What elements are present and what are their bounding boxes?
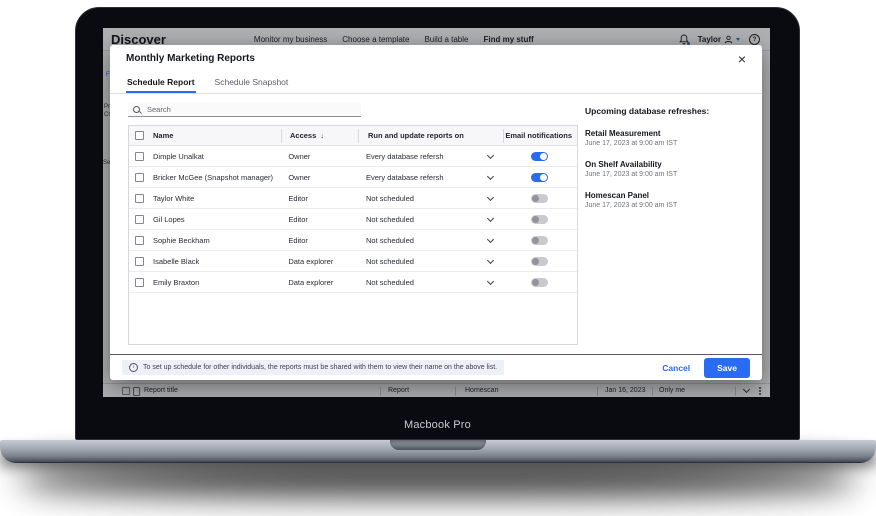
schedule-select-value[interactable]: Every database refersh bbox=[357, 152, 479, 161]
row-name: Taylor White bbox=[153, 194, 194, 203]
chevron-down-icon[interactable] bbox=[479, 239, 501, 242]
chevron-down-icon[interactable] bbox=[479, 281, 501, 284]
screenshot-canvas: Discover Monitor my business Choose a te… bbox=[0, 0, 876, 516]
column-header-access: Access ↓ bbox=[281, 129, 358, 143]
schedule-reports-modal: Monthly Marketing Reports × Schedule Rep… bbox=[110, 45, 762, 380]
schedule-table-section: Name Access ↓ Run and update reports on … bbox=[128, 102, 578, 345]
refresh-item: On Shelf Availability June 17, 2023 at 9… bbox=[585, 160, 760, 178]
row-name: Emily Braxton bbox=[153, 278, 199, 287]
email-notification-toggle[interactable] bbox=[531, 194, 548, 203]
email-notification-toggle[interactable] bbox=[531, 257, 548, 266]
row-checkbox[interactable] bbox=[135, 173, 144, 182]
table-row[interactable]: Isabelle Black Data explorer Not schedul… bbox=[129, 251, 577, 272]
schedule-select-value[interactable]: Every database refersh bbox=[357, 173, 479, 182]
save-button[interactable]: Save bbox=[704, 358, 750, 378]
info-icon: i bbox=[129, 363, 138, 372]
row-access: Editor bbox=[280, 236, 357, 245]
row-access: Owner bbox=[280, 152, 357, 161]
macbook-label: Macbook Pro bbox=[75, 419, 800, 431]
refresh-time: June 17, 2023 at 9:00 am IST bbox=[585, 202, 760, 209]
search-icon bbox=[133, 106, 140, 113]
row-checkbox[interactable] bbox=[135, 236, 144, 245]
chevron-down-icon[interactable] bbox=[479, 155, 501, 158]
schedule-select-value[interactable]: Not scheduled bbox=[357, 278, 479, 287]
row-checkbox[interactable] bbox=[135, 194, 144, 203]
cancel-button[interactable]: Cancel bbox=[662, 363, 690, 373]
chevron-down-icon[interactable] bbox=[479, 176, 501, 179]
refreshes-title: Upcoming database refreshes: bbox=[585, 106, 760, 116]
upcoming-refreshes-panel: Upcoming database refreshes: Retail Meas… bbox=[585, 106, 760, 209]
chevron-down-icon[interactable] bbox=[479, 260, 501, 263]
app-screen: Discover Monitor my business Choose a te… bbox=[103, 28, 770, 397]
members-table: Name Access ↓ Run and update reports on … bbox=[128, 125, 578, 345]
modal-footer: i To set up schedule for other individua… bbox=[110, 354, 762, 380]
info-text: To set up schedule for other individuals… bbox=[143, 364, 497, 371]
chevron-down-icon[interactable] bbox=[479, 197, 501, 200]
close-icon[interactable]: × bbox=[738, 54, 746, 64]
modal-header: Monthly Marketing Reports × bbox=[110, 45, 762, 72]
row-name: Bricker McGee (Snapshot manager) bbox=[153, 173, 273, 182]
row-checkbox[interactable] bbox=[135, 278, 144, 287]
row-access: Editor bbox=[280, 194, 357, 203]
schedule-select-value[interactable]: Not scheduled bbox=[357, 194, 479, 203]
table-row[interactable]: Bricker McGee (Snapshot manager) Owner E… bbox=[129, 167, 577, 188]
tab-schedule-report[interactable]: Schedule Report bbox=[126, 72, 196, 93]
row-checkbox[interactable] bbox=[135, 152, 144, 161]
table-row[interactable]: Gil Lopes Editor Not scheduled bbox=[129, 209, 577, 230]
email-notification-toggle[interactable] bbox=[531, 278, 548, 287]
table-row[interactable]: Dimple Unalkat Owner Every database refe… bbox=[129, 146, 577, 167]
search-input[interactable] bbox=[145, 104, 356, 115]
row-checkbox[interactable] bbox=[135, 257, 144, 266]
column-header-email-label[interactable]: Email notifications bbox=[505, 131, 572, 140]
modal-title: Monthly Marketing Reports bbox=[126, 53, 255, 64]
refresh-name: Homescan Panel bbox=[585, 191, 760, 200]
column-header-name: Name bbox=[129, 129, 281, 143]
info-message: i To set up schedule for other individua… bbox=[122, 360, 504, 375]
search-box[interactable] bbox=[128, 102, 361, 117]
modal-tabs: Schedule Report Schedule Snapshot bbox=[110, 72, 762, 94]
row-name: Gil Lopes bbox=[153, 215, 185, 224]
email-notification-toggle[interactable] bbox=[531, 236, 548, 245]
refresh-time: June 17, 2023 at 9:00 am IST bbox=[585, 140, 760, 147]
schedule-select-value[interactable]: Not scheduled bbox=[357, 257, 479, 266]
row-access: Data explorer bbox=[280, 278, 357, 287]
refresh-item: Homescan Panel June 17, 2023 at 9:00 am … bbox=[585, 191, 760, 209]
sort-descending-icon[interactable]: ↓ bbox=[320, 131, 324, 140]
table-row[interactable]: Taylor White Editor Not scheduled bbox=[129, 188, 577, 209]
column-header-email: Email notifications bbox=[503, 129, 577, 143]
table-header-row: Name Access ↓ Run and update reports on … bbox=[129, 126, 577, 146]
chevron-down-icon[interactable] bbox=[479, 218, 501, 221]
table-row[interactable]: Sophie Beckham Editor Not scheduled bbox=[129, 230, 577, 251]
schedule-select-value[interactable]: Not scheduled bbox=[357, 236, 479, 245]
email-notification-toggle[interactable] bbox=[531, 152, 548, 161]
row-access: Owner bbox=[280, 173, 357, 182]
column-header-name-label[interactable]: Name bbox=[153, 131, 173, 140]
refresh-name: On Shelf Availability bbox=[585, 160, 760, 169]
row-access: Editor bbox=[280, 215, 357, 224]
email-notification-toggle[interactable] bbox=[531, 173, 548, 182]
row-name: Dimple Unalkat bbox=[153, 152, 204, 161]
refresh-time: June 17, 2023 at 9:00 am IST bbox=[585, 171, 760, 178]
schedule-select-value[interactable]: Not scheduled bbox=[357, 215, 479, 224]
table-row[interactable]: Emily Braxton Data explorer Not schedule… bbox=[129, 272, 577, 293]
row-checkbox[interactable] bbox=[135, 215, 144, 224]
modal-body: Name Access ↓ Run and update reports on … bbox=[110, 94, 762, 354]
row-access: Data explorer bbox=[280, 257, 357, 266]
email-notification-toggle[interactable] bbox=[531, 215, 548, 224]
select-all-checkbox[interactable] bbox=[135, 131, 144, 140]
macbook-base-notch bbox=[390, 440, 486, 450]
row-name: Sophie Beckham bbox=[153, 236, 210, 245]
refresh-name: Retail Measurement bbox=[585, 129, 760, 138]
row-name: Isabelle Black bbox=[153, 257, 199, 266]
refresh-item: Retail Measurement June 17, 2023 at 9:00… bbox=[585, 129, 760, 147]
column-header-run-on-label[interactable]: Run and update reports on bbox=[368, 131, 464, 140]
tab-schedule-snapshot[interactable]: Schedule Snapshot bbox=[214, 72, 290, 93]
column-header-run-on: Run and update reports on bbox=[358, 129, 503, 143]
column-header-access-label[interactable]: Access bbox=[290, 131, 316, 140]
